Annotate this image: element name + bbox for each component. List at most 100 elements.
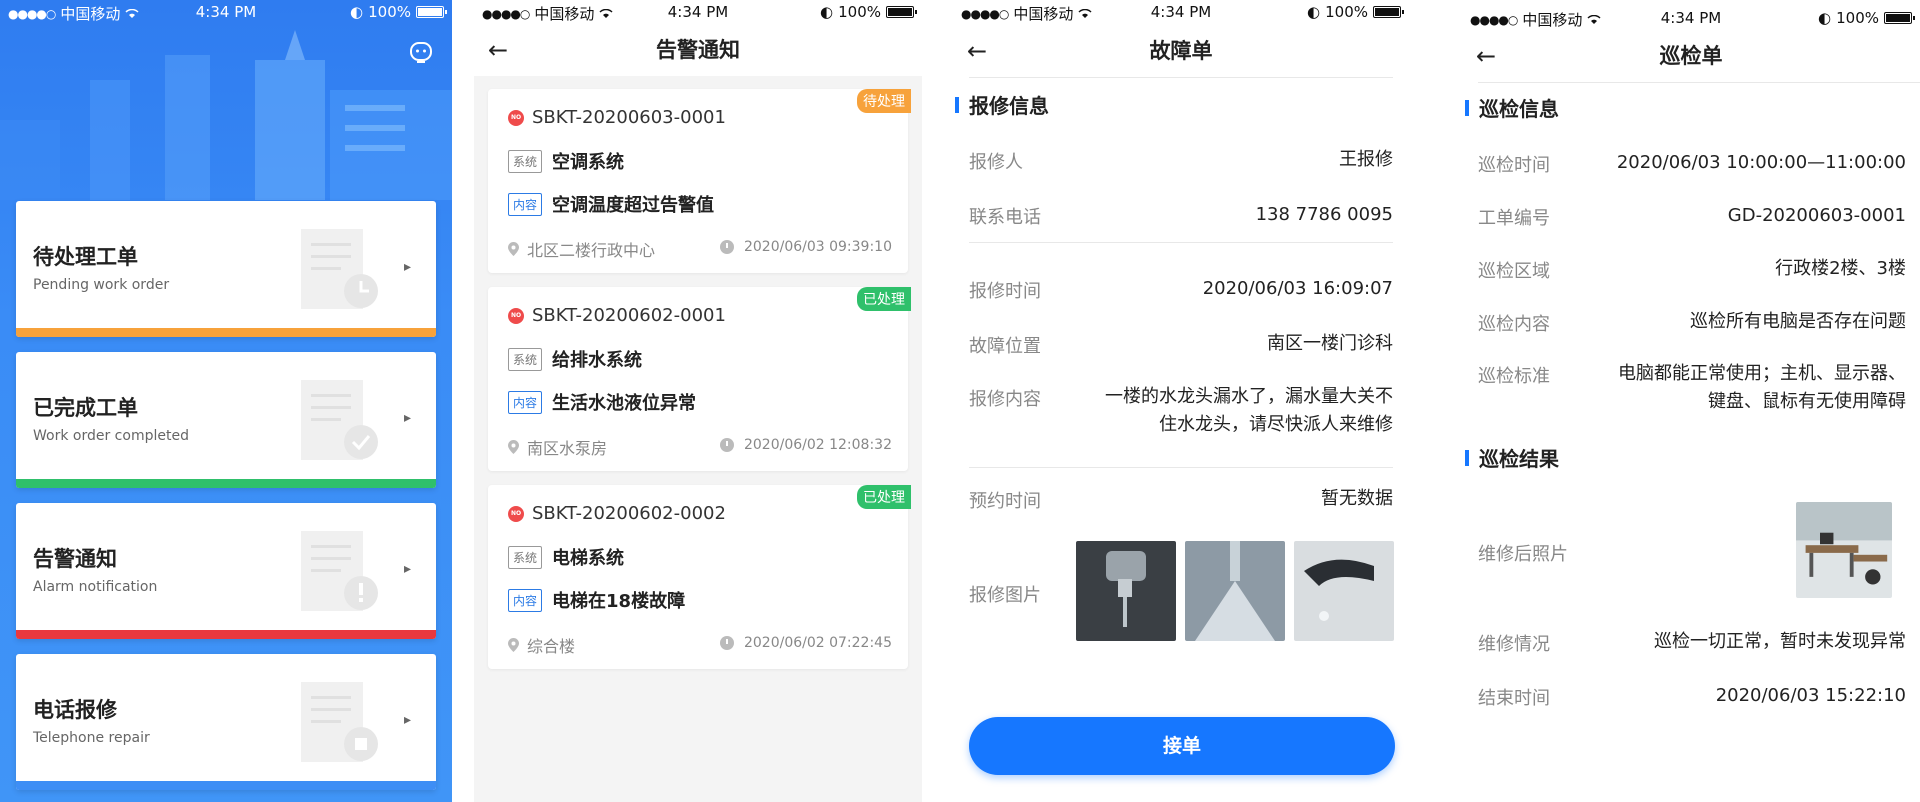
alarm-code: SBKT-20200603-0001 — [532, 107, 726, 128]
city-illustration — [0, 30, 452, 200]
alarm-card[interactable]: NO SBKT-20200603-0001 待处理 系统 空调系统 内容 空调温度超过… — [488, 89, 911, 273]
status-bar: ●●●●○ 中国移动 4:34 PM ◐ 100% — [953, 0, 1409, 24]
phone-value[interactable]: 138 7786 0095 — [1256, 201, 1393, 229]
divider — [969, 467, 1393, 468]
field-label: 维修后照片 — [1478, 544, 1568, 565]
system-tag: 系统 — [508, 347, 543, 371]
location-pin-icon — [508, 242, 519, 256]
field-value: 2020/06/03 15:22:10 — [1715, 685, 1906, 706]
card-subtitle: Alarm notification — [33, 579, 158, 595]
clock-doc-icon — [301, 229, 378, 309]
alarm-content: 空调温度超过告警值 — [552, 195, 715, 216]
fault-order-screen: ●●●●○ 中国移动 4:34 PM ◐ 100% ← 故障单 报修信息 报修人 王… — [953, 0, 1409, 802]
alarm-card[interactable]: NO SBKT-20200602-0001 已处理 系统 给排水系统 内容 生活水池液… — [488, 287, 911, 471]
divider — [969, 77, 1393, 78]
chevron-right-icon: ▸ — [404, 259, 412, 275]
accept-order-button[interactable]: 接单 — [969, 717, 1395, 775]
status-badge: 已处理 — [857, 287, 911, 311]
field-label: 报修时间 — [969, 281, 1041, 302]
alarm-badge-icon: NO — [508, 505, 524, 522]
alarm-datetime: 2020/06/02 12:08:32 — [743, 437, 892, 453]
after-repair-photo[interactable] — [1796, 502, 1892, 598]
repair-photo-faucet[interactable] — [1076, 541, 1176, 641]
field-value: 2020/06/03 16:09:07 — [1202, 278, 1393, 299]
card-subtitle: Work order completed — [33, 428, 189, 444]
phone-doc-icon — [301, 682, 378, 762]
robot-assistant-icon[interactable] — [408, 38, 434, 64]
content-line: 一楼的水龙头漏水了，漏水量大关不 — [1105, 386, 1393, 407]
alarm-location: 综合楼 — [527, 637, 576, 656]
card-subtitle: Telephone repair — [33, 730, 150, 746]
page-header: ← 巡检单 — [1462, 36, 1920, 76]
field-value: 暂无数据 — [1321, 488, 1393, 509]
card-accent-bar — [16, 781, 436, 790]
content-tag: 内容 — [508, 588, 543, 612]
alarm-notification-card[interactable]: 告警通知 Alarm notification ▸ — [16, 503, 436, 639]
divider — [969, 242, 1393, 243]
card-title: 待处理工单 — [33, 245, 138, 269]
alarm-system: 电梯系统 — [552, 548, 625, 569]
standard-line: 电脑都能正常使用；主机、显示器、 — [1618, 363, 1906, 384]
field-value: 2020/06/03 10:00:00—11:00:00 — [1616, 152, 1906, 173]
card-accent-bar — [16, 479, 436, 488]
field-label: 报修图片 — [969, 585, 1041, 606]
alarm-code: SBKT-20200602-0001 — [532, 305, 726, 326]
completed-order-card[interactable]: 已完成工单 Work order completed ▸ — [16, 352, 436, 488]
chevron-right-icon: ▸ — [404, 712, 412, 728]
alarm-location: 北区二楼行政中心 — [527, 241, 656, 260]
page-header: ← 告警通知 — [474, 30, 922, 70]
field-value: 巡检一切正常，暂时未发现异常 — [1654, 631, 1906, 652]
field-value: 南区一楼门诊科 — [1267, 333, 1393, 354]
field-label: 结束时间 — [1478, 688, 1550, 709]
alarm-system: 空调系统 — [552, 152, 625, 173]
field-label: 报修内容 — [969, 389, 1041, 410]
inspection-screen: ●●●●○ 中国移动 4:34 PM ◐ 100% ← 巡检单 巡检信息 巡检时间 … — [1462, 0, 1920, 802]
alarm-content: 生活水池液位异常 — [552, 393, 697, 414]
alarm-datetime: 2020/06/02 07:22:45 — [743, 635, 892, 651]
field-label: 故障位置 — [969, 336, 1041, 357]
alarm-content: 电梯在18楼故障 — [552, 591, 686, 612]
field-value: GD-20200603-0001 — [1727, 205, 1906, 226]
status-bar: ●●●●○ 中国移动 4:34 PM ◐ 100% — [474, 0, 922, 24]
content-tag: 内容 — [508, 390, 543, 414]
system-tag: 系统 — [508, 149, 543, 173]
field-label: 巡检内容 — [1478, 314, 1550, 335]
repair-photo-tap[interactable] — [1294, 541, 1394, 641]
location-pin-icon — [508, 440, 519, 454]
card-title: 已完成工单 — [33, 396, 138, 420]
field-label: 工单编号 — [1478, 208, 1550, 229]
alarm-system: 给排水系统 — [552, 350, 643, 371]
clock-icon — [719, 438, 734, 452]
telephone-repair-card[interactable]: 电话报修 Telephone repair ▸ — [16, 654, 436, 790]
card-subtitle: Pending work order — [33, 277, 170, 293]
pending-order-card[interactable]: 待处理工单 Pending work order ▸ — [16, 201, 436, 337]
check-doc-icon — [301, 380, 378, 460]
status-badge: 已处理 — [857, 485, 911, 509]
page-title: 故障单 — [1149, 39, 1213, 63]
clock-icon — [719, 636, 734, 650]
back-arrow-icon[interactable]: ← — [488, 30, 508, 70]
repair-photo-pipe[interactable] — [1185, 541, 1285, 641]
card-accent-bar — [16, 328, 436, 337]
back-arrow-icon[interactable]: ← — [967, 31, 987, 71]
card-accent-bar — [16, 630, 436, 639]
field-label: 维修情况 — [1478, 634, 1550, 655]
page-title: 巡检单 — [1659, 44, 1723, 68]
alarm-datetime: 2020/06/03 09:39:10 — [743, 239, 892, 255]
field-value: 王报修 — [1339, 149, 1393, 170]
field-label: 巡检标准 — [1478, 366, 1550, 387]
field-value: 行政楼2楼、3楼 — [1775, 258, 1906, 279]
card-title: 电话报修 — [33, 698, 117, 722]
alarm-card[interactable]: NO SBKT-20200602-0002 已处理 系统 电梯系统 内容 电梯在18楼… — [488, 485, 911, 669]
alarm-notification-screen: ●●●●○ 中国移动 4:34 PM ◐ 100% ← 告警通知 NO SBKT-20… — [474, 0, 922, 802]
divider — [1478, 82, 1920, 83]
location-pin-icon — [508, 638, 519, 652]
field-label: 巡检时间 — [1478, 155, 1550, 176]
section-title: 巡检信息 — [1465, 93, 1559, 122]
back-arrow-icon[interactable]: ← — [1476, 36, 1496, 76]
alarm-code: SBKT-20200602-0002 — [532, 503, 726, 524]
field-value: 巡检所有电脑是否存在问题 — [1690, 311, 1906, 332]
section-title: 报修信息 — [955, 90, 1049, 119]
status-bar: ●●●●○ 中国移动 4:34 PM ◐ 100% — [0, 0, 452, 24]
standard-line: 键盘、鼠标有无使用障碍 — [1708, 391, 1906, 412]
